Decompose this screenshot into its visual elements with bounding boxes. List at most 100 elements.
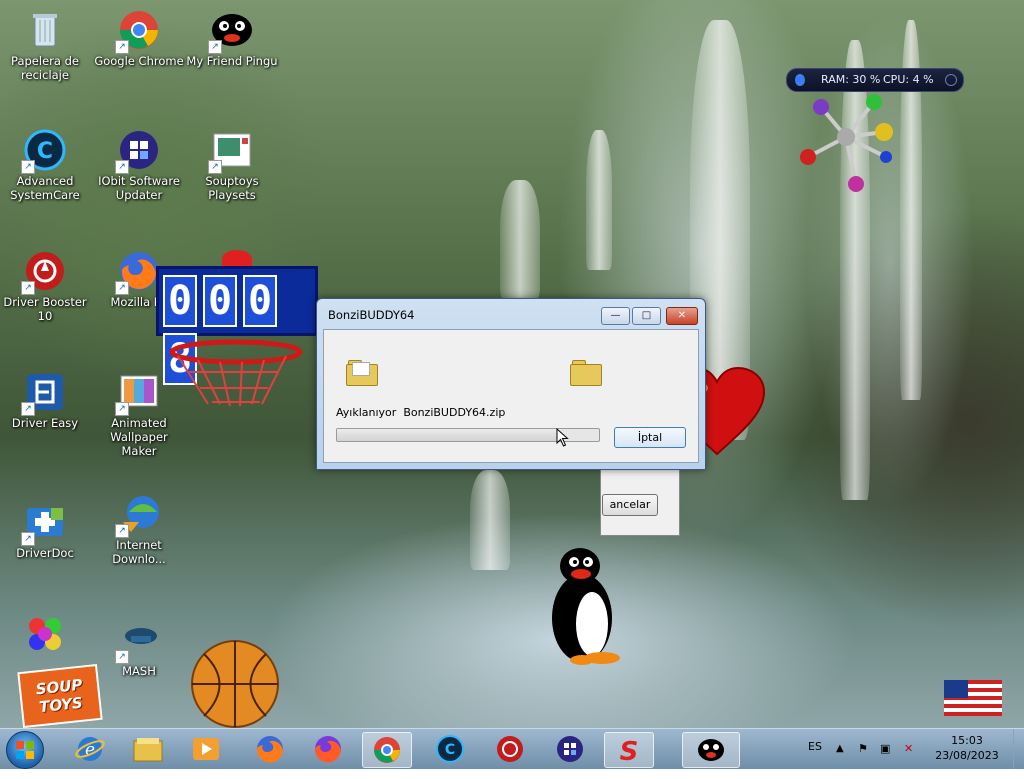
start-button[interactable]: [6, 731, 44, 769]
iobit-updater-icon: [557, 736, 583, 762]
taskbar-pingu[interactable]: [682, 732, 740, 768]
media-player-icon: [193, 738, 219, 760]
desktop-icon-label: IObit Software Updater: [98, 174, 180, 202]
taskbar-iobit-updater[interactable]: [546, 732, 594, 766]
maximize-button[interactable]: □: [632, 307, 661, 325]
taskbar-ie[interactable]: e: [66, 732, 114, 766]
basketball-toy[interactable]: [190, 640, 282, 728]
progress-fill: [337, 429, 560, 441]
score-counter: 0 0 08: [156, 266, 318, 385]
taskbar-souptoys[interactable]: S: [604, 732, 654, 768]
destination-folder-icon: [570, 360, 602, 386]
show-hidden-icons-button[interactable]: ▲: [836, 729, 844, 769]
internet-download-manager-icon: ↗: [115, 492, 161, 538]
dialog-title: BonziBUDDY64: [328, 308, 415, 322]
background-cancel-button[interactable]: ancelar: [602, 494, 658, 516]
score-digit: 0: [203, 275, 237, 327]
ram-usage: RAM: 30 %: [821, 73, 881, 86]
minimize-icon: —: [610, 310, 621, 321]
taskbar-media-player[interactable]: [182, 732, 230, 766]
driverdoc-icon: ↗: [21, 500, 67, 546]
desktop-icon-label: Internet Downlo...: [112, 538, 166, 566]
desktop-icon-driver-easy[interactable]: ↗ Driver Easy: [0, 370, 93, 430]
pingu-character[interactable]: [546, 544, 626, 670]
us-flag-toy[interactable]: [944, 680, 1002, 718]
desktop-icon-souptoys[interactable]: [0, 612, 93, 658]
shortcut-arrow-icon: ↗: [115, 160, 129, 174]
taskbar: e C S ES ▲ ⚑ ▣ ✕ 15:03 23/08/2023: [0, 728, 1024, 769]
extract-status: Ayıklanıyor BonziBUDDY64.zip: [336, 406, 505, 419]
desktop-icon-label: Animated Wallpaper Maker: [110, 416, 168, 458]
windows-logo-icon: [16, 741, 34, 759]
score-digit: 0: [163, 275, 197, 327]
minimize-button[interactable]: —: [601, 307, 630, 325]
shortcut-arrow-icon: ↗: [208, 160, 222, 174]
volume-muted-icon[interactable]: ✕: [904, 729, 913, 769]
recycle-bin-icon: [23, 8, 67, 52]
desktop-icon-mash[interactable]: ↗ MASH: [91, 618, 187, 678]
mash-icon: ↗: [115, 618, 161, 664]
taskbar-firefox[interactable]: [246, 732, 294, 766]
svg-text:S: S: [620, 737, 639, 765]
mouse-cursor-icon: [556, 428, 569, 447]
clock-time: 15:03: [951, 734, 983, 747]
wallpaper-maker-icon: ↗: [115, 370, 161, 416]
taskbar-advanced-systemcare[interactable]: C: [426, 732, 474, 766]
shortcut-arrow-icon: ↗: [21, 532, 35, 546]
shortcut-arrow-icon: ↗: [115, 281, 129, 295]
molecule-toy[interactable]: [796, 92, 906, 202]
gadget-menu-icon[interactable]: [945, 74, 957, 86]
souptoys-balls-icon: [23, 612, 67, 656]
taskbar-driver-booster[interactable]: [486, 732, 534, 766]
source-folder-icon: [346, 360, 378, 386]
desktop-icon-label: Advanced SystemCare: [10, 174, 80, 202]
show-desktop-button[interactable]: [1013, 729, 1024, 769]
taskbar-chrome[interactable]: [362, 732, 412, 768]
cancel-button[interactable]: İptal: [614, 427, 686, 448]
desktop: Papelera de reciclaje ↗ Google Chrome ↗ …: [0, 0, 1024, 728]
shortcut-arrow-icon: ↗: [115, 650, 129, 664]
shortcut-arrow-icon: ↗: [115, 524, 129, 538]
cpu-usage: CPU: 4 %: [883, 73, 934, 86]
shortcut-arrow-icon: ↗: [115, 402, 129, 416]
waterfall-decoration: [586, 130, 612, 270]
shortcut-arrow-icon: ↗: [21, 160, 35, 174]
desktop-icon-label: Driver Easy: [11, 416, 79, 430]
iobit-updater-icon: ↗: [115, 128, 161, 174]
system-monitor-gadget[interactable]: RAM: 30 % CPU: 4 %: [786, 68, 964, 92]
taskbar-firefox-alt[interactable]: [304, 732, 352, 766]
desktop-icon-souptoys-playsets[interactable]: ↗ Souptoys Playsets: [184, 128, 280, 202]
desktop-icon-pingu[interactable]: ↗ My Friend Pingu: [184, 8, 280, 68]
pingu-icon: [698, 739, 724, 761]
desktop-icon-chrome[interactable]: ↗ Google Chrome: [91, 8, 187, 68]
dialog-titlebar[interactable]: BonziBUDDY64 — □ ✕: [317, 299, 705, 329]
desktop-icon-recycle-bin[interactable]: Papelera de reciclaje: [0, 8, 93, 82]
taskbar-clock[interactable]: 15:03 23/08/2023: [924, 733, 1010, 763]
souptoys-logo[interactable]: SOUP TOYS: [17, 663, 103, 728]
desktop-icon-label: My Friend Pingu: [186, 54, 278, 68]
clock-date: 23/08/2023: [935, 749, 999, 762]
desktop-icon-iobit-updater[interactable]: ↗ IObit Software Updater: [91, 128, 187, 202]
gadget-icon: [795, 74, 805, 86]
desktop-icon-label: Driver Booster 10: [3, 295, 87, 323]
close-icon: ✕: [677, 310, 687, 321]
maximize-icon: □: [641, 310, 652, 321]
desktop-icon-internet-download-manager[interactable]: ↗ Internet Downlo...: [91, 492, 187, 566]
souptoys-playsets-icon: ↗: [208, 128, 254, 174]
desktop-icon-label: DriverDoc: [16, 546, 74, 560]
desktop-icon-advanced-systemcare[interactable]: C ↗ Advanced SystemCare: [0, 128, 93, 202]
status-prefix: Ayıklanıyor: [336, 406, 397, 419]
advanced-systemcare-icon: C ↗: [21, 128, 67, 174]
network-icon[interactable]: ▣: [880, 729, 890, 769]
desktop-icon-driverdoc[interactable]: ↗ DriverDoc: [0, 500, 93, 560]
desktop-icon-driver-booster[interactable]: ↗ Driver Booster 10: [0, 249, 93, 323]
taskbar-explorer[interactable]: [124, 732, 172, 766]
firefox-alt-icon: [314, 736, 341, 763]
bonzibuddy-extract-dialog: BonziBUDDY64 — □ ✕ Ayıklanıyor BonziBUDD…: [316, 298, 706, 470]
language-indicator[interactable]: ES: [808, 729, 822, 769]
shortcut-arrow-icon: ↗: [21, 281, 35, 295]
action-center-flag-icon[interactable]: ⚑: [858, 729, 868, 769]
close-button[interactable]: ✕: [666, 307, 698, 325]
basketball-hoop[interactable]: [168, 338, 304, 410]
svg-text:C: C: [37, 139, 53, 164]
